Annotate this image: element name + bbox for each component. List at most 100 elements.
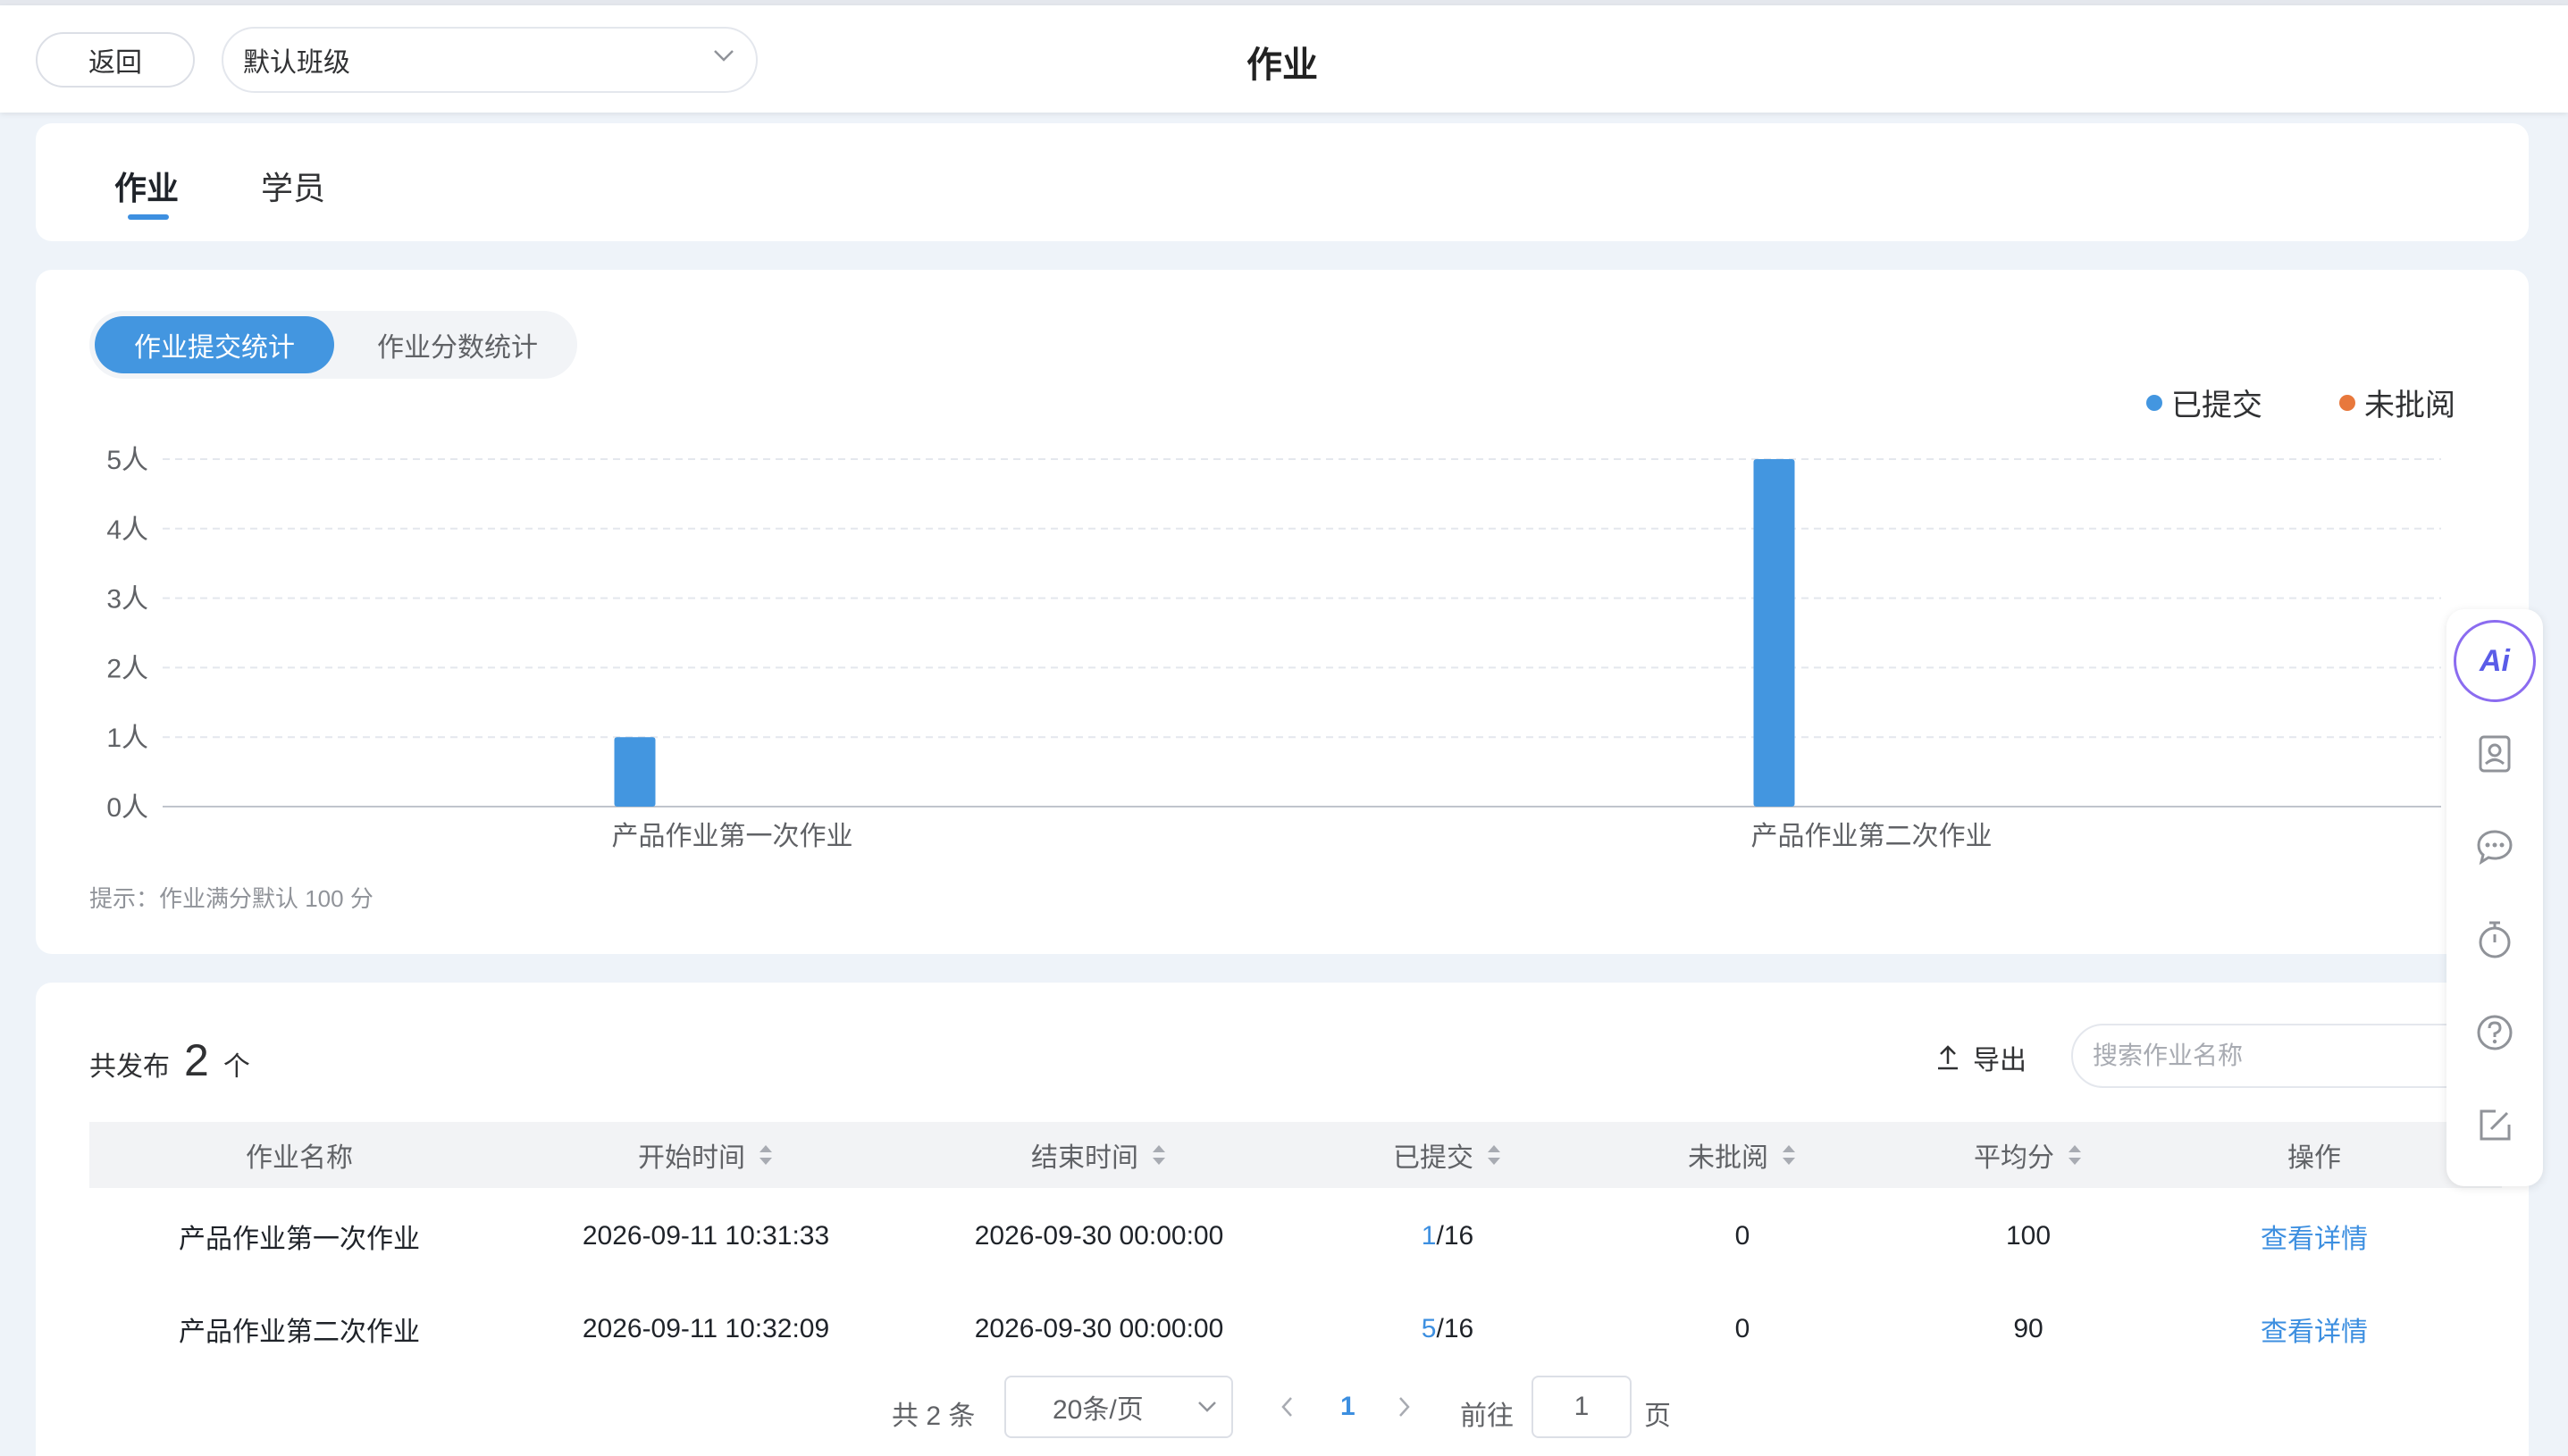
col-end-time-label: 结束时间 xyxy=(1031,1143,1138,1173)
goto-page-input[interactable]: 1 xyxy=(1532,1376,1632,1438)
table-header: 作业名称 开始时间 结束时间 已提交 未批阅 平均分 操作 xyxy=(89,1122,2502,1188)
legend-item-submitted[interactable]: 已提交 xyxy=(2146,381,2262,424)
page-size-select[interactable]: 20条/页 xyxy=(1004,1376,1233,1438)
chevron-down-icon xyxy=(714,50,734,62)
help-button[interactable] xyxy=(2446,986,2543,1079)
tab-homework[interactable]: 作业 xyxy=(114,163,179,209)
submitted-total: /16 xyxy=(1436,1314,1474,1343)
col-unreviewed-label: 未批阅 xyxy=(1688,1143,1768,1173)
submitted-count-link[interactable]: 1 xyxy=(1422,1221,1437,1251)
y-tick-label: 0人 xyxy=(106,793,148,823)
col-average[interactable]: 平均分 xyxy=(1885,1122,2171,1188)
legend-dot-unreviewed xyxy=(2339,394,2355,411)
export-label: 导出 xyxy=(1973,1046,2027,1075)
chart-card: 作业提交统计 作业分数统计 0人 1人 2人 3人 4人 5人 产品作业第一次作业 产品作业第… xyxy=(36,270,2529,954)
y-tick-label: 1人 xyxy=(106,724,148,753)
cell-name: 产品作业第二次作业 xyxy=(179,1318,420,1347)
view-details-link[interactable]: 查看详情 xyxy=(2171,1283,2457,1376)
sort-icon[interactable] xyxy=(1151,1143,1167,1167)
chevron-down-icon xyxy=(1198,1402,1216,1412)
y-tick-label: 2人 xyxy=(106,654,148,683)
class-select[interactable]: 默认班级 xyxy=(222,27,758,93)
legend-item-unreviewed[interactable]: 未批阅 xyxy=(2339,381,2455,424)
published-prefix: 共发布 xyxy=(89,1052,170,1082)
side-toolbar: Ai xyxy=(2446,609,2543,1186)
current-page[interactable]: 1 xyxy=(1340,1392,1355,1422)
active-tab-indicator xyxy=(128,214,169,220)
cell-submitted: 1/16 xyxy=(1296,1190,1599,1283)
cell-average: 100 xyxy=(2005,1221,2052,1251)
search-field[interactable] xyxy=(2071,1024,2482,1088)
published-number: 2 xyxy=(184,1035,209,1085)
pagination: 共 2 条 20条/页 1 前往 1 页 xyxy=(36,1376,2529,1447)
search-input[interactable] xyxy=(2093,1042,2414,1070)
col-submitted-label: 已提交 xyxy=(1393,1143,1473,1173)
sort-icon[interactable] xyxy=(2067,1143,2083,1167)
prev-page-icon[interactable] xyxy=(1280,1395,1294,1418)
export-button[interactable]: 导出 xyxy=(1935,1038,2027,1077)
tab-students[interactable]: 学员 xyxy=(261,163,325,209)
col-actions: 操作 xyxy=(2171,1122,2457,1188)
timer-button[interactable] xyxy=(2446,893,2543,986)
view-details-link[interactable]: 查看详情 xyxy=(2171,1190,2457,1283)
published-suffix: 个 xyxy=(222,1052,250,1082)
col-start-time-label: 开始时间 xyxy=(638,1143,745,1173)
cell-submitted: 5/16 xyxy=(1296,1283,1599,1376)
y-tick-label: 5人 xyxy=(106,446,148,475)
cell-unreviewed: 0 xyxy=(1734,1314,1750,1343)
edit-icon xyxy=(2480,1109,2511,1141)
col-submitted[interactable]: 已提交 xyxy=(1296,1122,1599,1188)
table-row: 产品作业第二次作业 2026-09-11 10:32:09 2026-09-30… xyxy=(89,1283,2502,1376)
legend-dot-submitted xyxy=(2146,394,2162,411)
page-title: 作业 xyxy=(1246,46,1318,85)
submitted-count-link[interactable]: 5 xyxy=(1422,1314,1437,1344)
upload-icon xyxy=(1938,1045,1958,1070)
page-size-value: 20条/页 xyxy=(1053,1395,1144,1425)
cell-name: 产品作业第一次作业 xyxy=(179,1225,420,1254)
cell-end-time: 2026-09-30 00:00:00 xyxy=(974,1221,1224,1251)
cell-start-time: 2026-09-11 10:31:33 xyxy=(582,1221,830,1251)
legend-label-unreviewed: 未批阅 xyxy=(2364,389,2455,423)
table-card: 共发布 2 个 导出 作业名称 开始时间 结束时间 已提交 未批阅 平均分 操作… xyxy=(36,983,2529,1456)
goto-label: 前往 xyxy=(1460,1402,1514,1431)
help-icon xyxy=(2477,1015,2513,1050)
sort-icon[interactable] xyxy=(1486,1143,1502,1167)
next-page-icon[interactable] xyxy=(1397,1395,1412,1418)
contact-card-button[interactable] xyxy=(2446,707,2543,800)
cell-end-time: 2026-09-30 00:00:00 xyxy=(974,1314,1224,1343)
bar-submitted xyxy=(614,737,656,807)
timer-icon xyxy=(2479,921,2511,958)
x-tick-label: 产品作业第一次作业 xyxy=(612,822,853,851)
ai-icon: Ai xyxy=(2454,620,2536,702)
col-actions-label: 操作 xyxy=(2287,1143,2341,1173)
col-end-time[interactable]: 结束时间 xyxy=(902,1122,1296,1188)
pagination-total: 共 2 条 xyxy=(892,1402,976,1431)
y-tick-label: 3人 xyxy=(106,585,148,615)
published-count: 共发布 2 个 xyxy=(89,1034,250,1086)
sort-icon[interactable] xyxy=(758,1143,774,1167)
col-name: 作业名称 xyxy=(89,1122,509,1188)
legend-label-submitted: 已提交 xyxy=(2171,389,2262,423)
header-bar: 返回 默认班级 作业 xyxy=(0,5,2568,113)
bar-chart: 0人 1人 2人 3人 4人 5人产品作业第一次作业 产品作业第二次作业 xyxy=(106,446,2441,851)
col-unreviewed[interactable]: 未批阅 xyxy=(1599,1122,1885,1188)
score-hint: 提示：作业满分默认 100 分 xyxy=(89,885,373,912)
page-suffix: 页 xyxy=(1644,1402,1671,1431)
bar-submitted xyxy=(1753,459,1795,807)
class-select-value: 默认班级 xyxy=(243,48,350,78)
col-start-time[interactable]: 开始时间 xyxy=(509,1122,902,1188)
edit-button[interactable] xyxy=(2446,1079,2543,1172)
back-button[interactable]: 返回 xyxy=(36,32,195,88)
contact-card-icon xyxy=(2479,735,2511,773)
cell-average: 90 xyxy=(2013,1314,2043,1343)
table-row: 产品作业第一次作业 2026-09-11 10:31:33 2026-09-30… xyxy=(89,1190,2502,1283)
col-average-label: 平均分 xyxy=(1974,1143,2054,1173)
x-tick-label: 产品作业第二次作业 xyxy=(1751,822,1993,851)
tabs-card: 作业 学员 xyxy=(36,123,2529,241)
sort-icon[interactable] xyxy=(1781,1143,1797,1167)
chat-icon xyxy=(2477,830,2513,866)
chat-button[interactable] xyxy=(2446,800,2543,893)
cell-unreviewed: 0 xyxy=(1734,1221,1750,1251)
ai-assistant-button[interactable]: Ai xyxy=(2446,615,2543,707)
submitted-total: /16 xyxy=(1436,1221,1474,1251)
